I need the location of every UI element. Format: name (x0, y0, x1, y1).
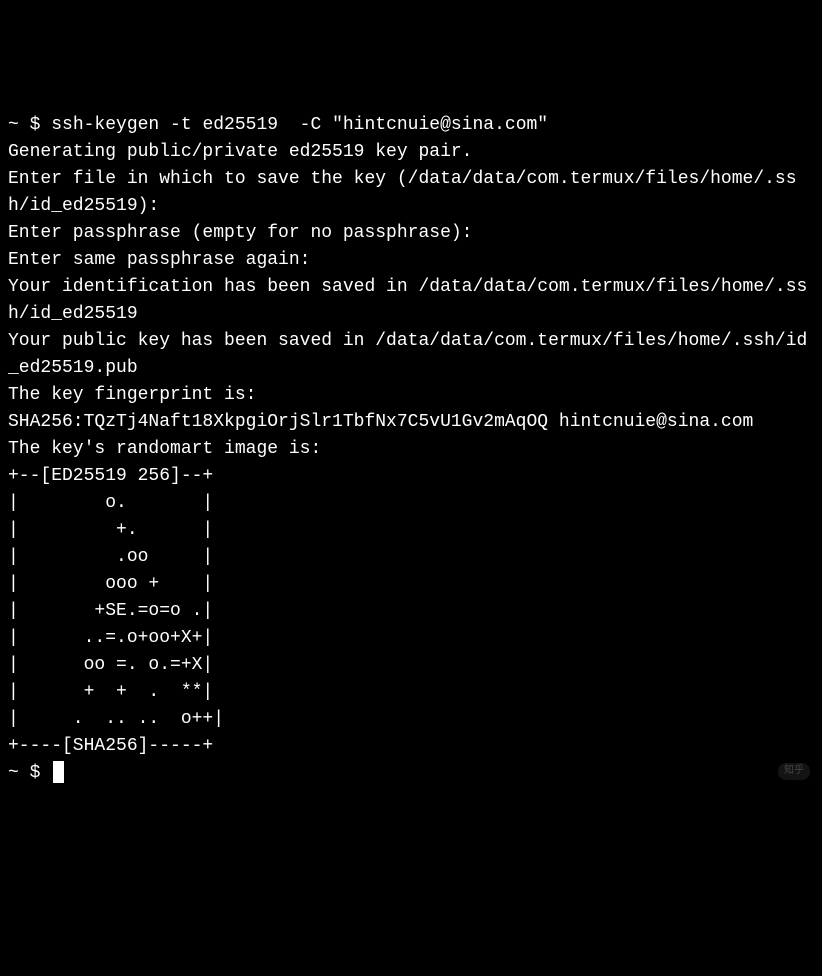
randomart-line: +----[SHA256]-----+ (8, 733, 814, 760)
output-line: Enter file in which to save the key (/da… (8, 166, 814, 220)
output-line: SHA256:TQzTj4Naft18XkpgiOrjSlr1TbfNx7C5v… (8, 409, 814, 436)
randomart-line: | ooo + | (8, 571, 814, 598)
randomart-line: | +SE.=o=o .| (8, 598, 814, 625)
output-line: The key fingerprint is: (8, 382, 814, 409)
output-line: Your identification has been saved in /d… (8, 274, 814, 328)
output-line: Generating public/private ed25519 key pa… (8, 139, 814, 166)
prompt-line[interactable]: ~ $ (8, 760, 814, 787)
output-line: Enter same passphrase again: (8, 247, 814, 274)
watermark-badge: 知乎 (778, 763, 810, 780)
randomart-line: | ..=.o+oo+X+| (8, 625, 814, 652)
randomart-line: +--[ED25519 256]--+ (8, 463, 814, 490)
randomart-line: | +. | (8, 517, 814, 544)
shell-prompt: ~ $ (8, 115, 51, 135)
randomart-line: | + + . **| (8, 679, 814, 706)
randomart-line: | oo =. o.=+X| (8, 652, 814, 679)
shell-prompt: ~ $ (8, 763, 51, 783)
randomart-line: | o. | (8, 490, 814, 517)
command-line: ~ $ ssh-keygen -t ed25519 -C "hintcnuie@… (8, 112, 814, 139)
output-line: Enter passphrase (empty for no passphras… (8, 220, 814, 247)
randomart-line: | .oo | (8, 544, 814, 571)
command-text: ssh-keygen -t ed25519 -C "hintcnuie@sina… (51, 115, 548, 135)
cursor-icon (53, 761, 64, 783)
randomart-line: | . .. .. o++| (8, 706, 814, 733)
output-line: Your public key has been saved in /data/… (8, 328, 814, 382)
output-line: The key's randomart image is: (8, 436, 814, 463)
terminal-output[interactable]: ~ $ ssh-keygen -t ed25519 -C "hintcnuie@… (8, 112, 814, 787)
